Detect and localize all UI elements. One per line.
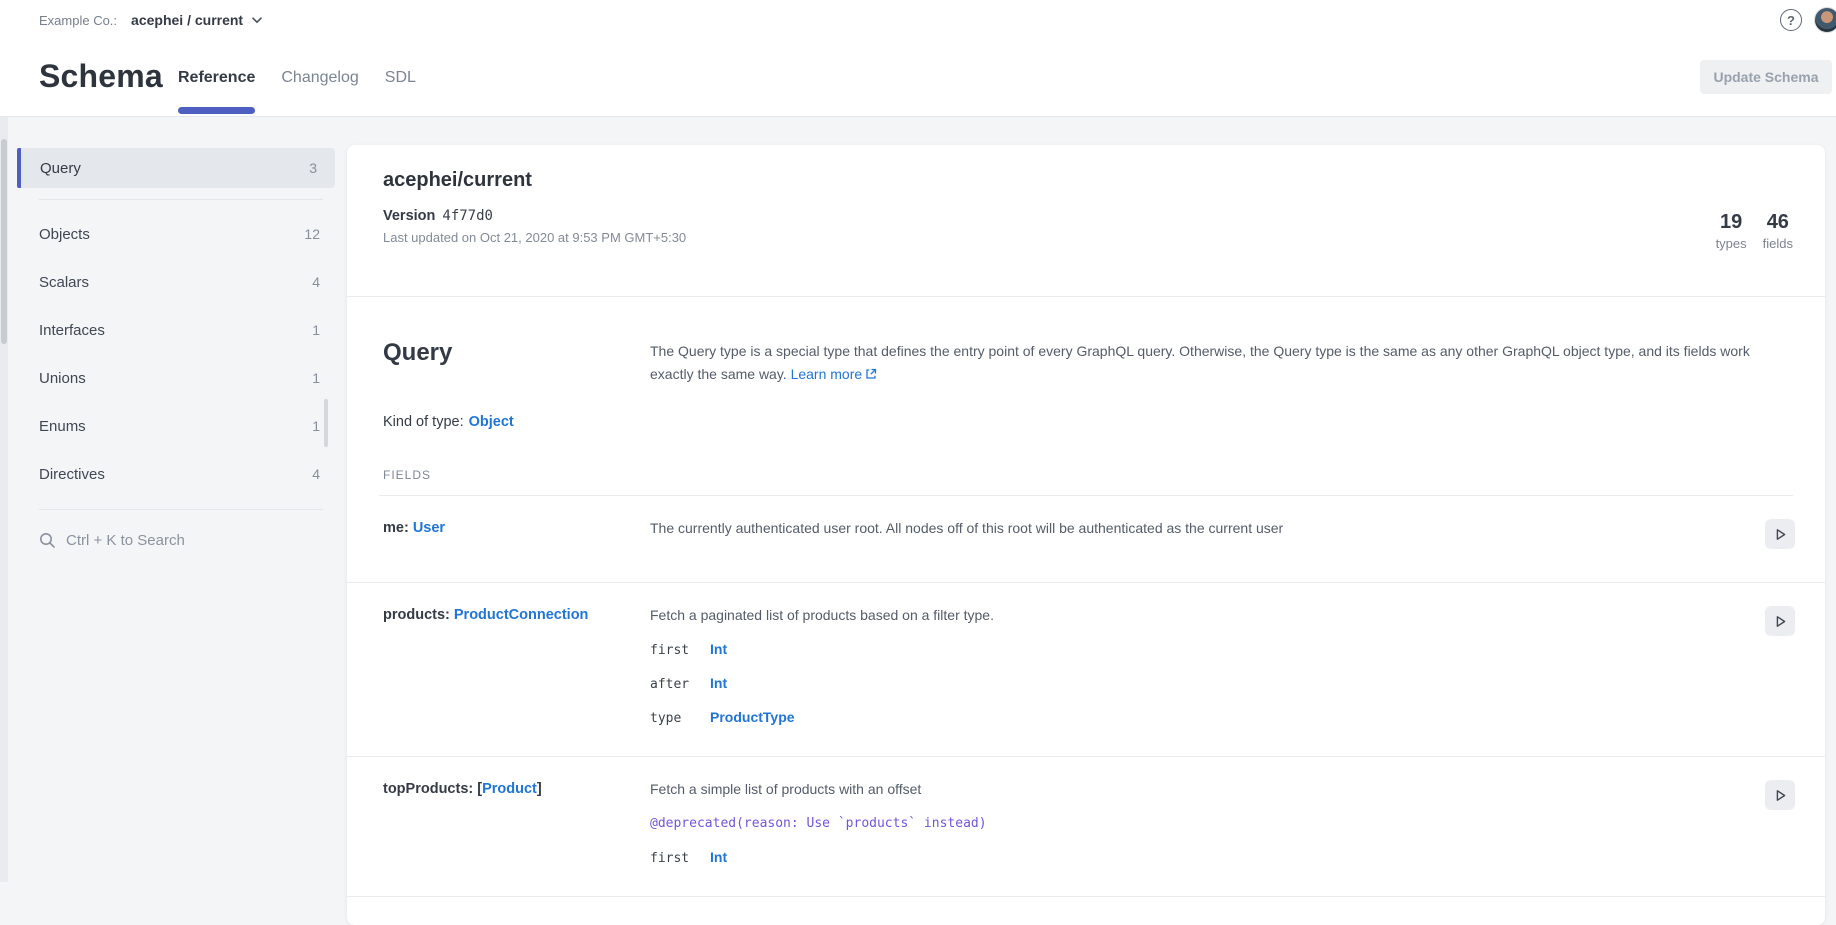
sidebar-item-enums[interactable]: Enums 1 — [8, 402, 348, 450]
sidebar-item-label: Objects — [39, 226, 90, 243]
play-icon — [1774, 615, 1787, 628]
help-icon[interactable]: ? — [1780, 9, 1802, 31]
sidebar-search[interactable]: Ctrl + K to Search — [39, 532, 348, 549]
sidebar-item-count: 1 — [312, 370, 320, 386]
top-bar: Example Co.: acephei / current ? — [0, 0, 1836, 41]
sidebar-item-label: Scalars — [39, 274, 89, 291]
arg-name: type — [650, 709, 710, 728]
sidebar-item-directives[interactable]: Directives 4 — [8, 450, 348, 498]
fields-heading: FIELDS — [383, 468, 1789, 482]
sidebar-scrollbar-thumb[interactable] — [324, 399, 328, 447]
arg-name: first — [650, 641, 710, 660]
graph-title: acephei/current — [383, 169, 1789, 192]
play-icon — [1774, 528, 1787, 541]
tab-bar: Reference Changelog SDL — [178, 40, 416, 116]
sidebar-item-query[interactable]: Query 3 — [21, 148, 335, 188]
sidebar-item-count: 4 — [312, 466, 320, 482]
run-query-button[interactable] — [1765, 606, 1795, 636]
stat-types-value: 19 — [1716, 211, 1747, 233]
field-name: products: ProductConnection — [383, 604, 650, 728]
type-description: The Query type is a special type that de… — [650, 340, 1789, 387]
kind-of-type-row: Kind of type: Object — [383, 414, 1789, 430]
search-icon — [39, 532, 56, 549]
field-row-topproducts: topProducts: [Product] Fetch a simple li… — [347, 757, 1825, 897]
last-updated-text: Last updated on Oct 21, 2020 at 9:53 PM … — [383, 230, 1789, 245]
sidebar-item-label: Directives — [39, 466, 105, 483]
version-label: Version — [383, 208, 435, 224]
chevron-down-icon — [252, 17, 262, 24]
page-scrollbar-thumb[interactable] — [1, 139, 7, 344]
field-row-me: me: User The currently authenticated use… — [347, 496, 1825, 583]
page-title: Schema — [39, 58, 163, 95]
type-name-heading: Query — [383, 339, 650, 367]
arg-name: first — [650, 849, 710, 868]
kind-value-link[interactable]: Object — [469, 414, 514, 430]
field-type-link[interactable]: Product — [482, 781, 537, 797]
user-avatar[interactable] — [1814, 7, 1836, 33]
tab-changelog[interactable]: Changelog — [281, 40, 358, 116]
stat-fields: 46 fields — [1763, 211, 1793, 251]
sidebar-item-label: Interfaces — [39, 322, 105, 339]
field-arg-type: type ProductType — [650, 708, 1735, 728]
update-schema-button[interactable]: Update Schema — [1700, 60, 1832, 94]
schema-type-sidebar: Query 3 Objects 12 Scalars 4 Interfaces … — [8, 116, 348, 549]
page-scrollbar[interactable] — [0, 117, 8, 882]
kind-label: Kind of type: — [383, 414, 464, 430]
field-type-link[interactable]: User — [413, 520, 445, 536]
graph-summary-header: acephei/current Version 4f77d0 Last updat… — [347, 145, 1825, 297]
sidebar-item-label: Query — [40, 160, 81, 177]
sidebar-item-count: 3 — [309, 160, 317, 176]
field-row-products: products: ProductConnection Fetch a pagi… — [347, 583, 1825, 757]
graph-selector-dropdown[interactable]: acephei / current — [131, 12, 262, 28]
field-arg-first: first Int — [650, 848, 1735, 868]
arg-type-link[interactable]: Int — [710, 848, 727, 867]
arg-type-link[interactable]: Int — [710, 674, 727, 693]
sidebar-item-count: 4 — [312, 274, 320, 290]
deprecated-directive: @deprecated(reason: Use `products` inste… — [650, 814, 1735, 834]
field-description: Fetch a simple list of products with an … — [650, 778, 1735, 800]
stat-fields-value: 46 — [1763, 211, 1793, 233]
sidebar-item-scalars[interactable]: Scalars 4 — [8, 258, 348, 306]
sidebar-item-count: 12 — [304, 226, 320, 242]
run-query-button[interactable] — [1765, 780, 1795, 810]
run-query-button[interactable] — [1765, 519, 1795, 549]
stat-fields-label: fields — [1763, 236, 1793, 251]
org-label: Example Co.: — [39, 13, 117, 28]
schema-stats: 19 types 46 fields — [1716, 211, 1793, 251]
learn-more-link[interactable]: Learn more — [791, 366, 863, 382]
stat-types-label: types — [1716, 236, 1747, 251]
tab-reference[interactable]: Reference — [178, 40, 255, 116]
sidebar-item-unions[interactable]: Unions 1 — [8, 354, 348, 402]
arg-type-link[interactable]: ProductType — [710, 708, 795, 727]
play-icon — [1774, 789, 1787, 802]
field-type-link[interactable]: ProductConnection — [454, 607, 589, 623]
sidebar-item-objects[interactable]: Objects 12 — [8, 210, 348, 258]
sidebar-divider — [39, 509, 323, 510]
field-name: me: User — [383, 517, 650, 549]
graph-selector-label: acephei / current — [131, 12, 243, 28]
arg-type-link[interactable]: Int — [710, 640, 727, 659]
sidebar-item-count: 1 — [312, 322, 320, 338]
page-header: Schema Reference Changelog SDL Update Sc… — [0, 40, 1836, 117]
schema-reference-card: acephei/current Version 4f77d0 Last updat… — [347, 145, 1825, 925]
field-description: The currently authenticated user root. A… — [650, 517, 1735, 539]
stat-types: 19 types — [1716, 211, 1747, 251]
field-arg-first: first Int — [650, 640, 1735, 660]
sidebar-item-interfaces[interactable]: Interfaces 1 — [8, 306, 348, 354]
search-hint-label: Ctrl + K to Search — [66, 532, 185, 549]
sidebar-item-count: 1 — [312, 418, 320, 434]
field-name: topProducts: [Product] — [383, 778, 650, 868]
tab-sdl[interactable]: SDL — [385, 40, 416, 116]
query-type-section: Query The Query type is a special type t… — [347, 297, 1825, 496]
sidebar-item-label: Unions — [39, 370, 86, 387]
arg-name: after — [650, 675, 710, 694]
sidebar-divider — [39, 199, 323, 200]
sidebar-item-label: Enums — [39, 418, 86, 435]
field-description: Fetch a paginated list of products based… — [650, 604, 1735, 626]
external-link-icon — [865, 364, 877, 387]
version-value: 4f77d0 — [442, 208, 493, 224]
field-arg-after: after Int — [650, 674, 1735, 694]
